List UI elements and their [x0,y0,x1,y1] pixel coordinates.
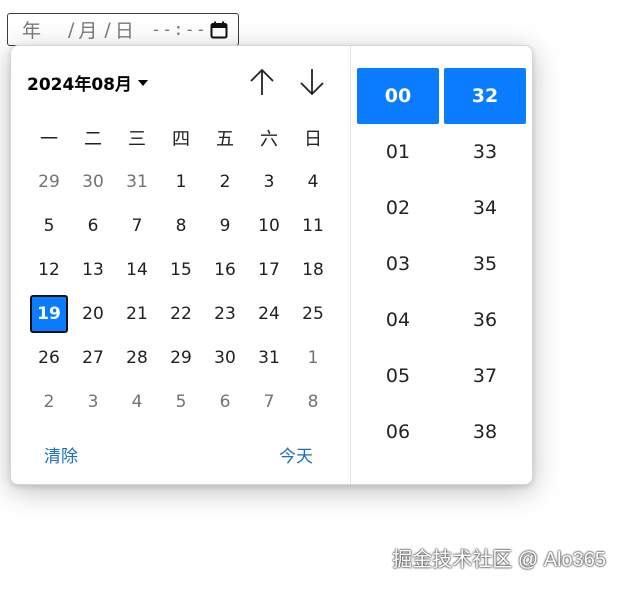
day-cell[interactable]: 11 [291,204,335,248]
day-cell[interactable]: 27 [71,336,115,380]
selected-day-label: 19 [30,295,68,333]
other-month-day[interactable]: 4 [115,380,159,424]
other-month-day[interactable]: 2 [27,380,71,424]
panel-divider [350,46,351,484]
day-cell[interactable]: 29 [159,336,203,380]
day-cell[interactable]: 10 [247,204,291,248]
hour-option[interactable]: 01 [357,124,439,180]
time-segment[interactable]: --:-- [151,20,207,40]
other-month-day[interactable]: 31 [115,160,159,204]
day-cell[interactable]: 8 [159,204,203,248]
other-month-day[interactable]: 7 [247,380,291,424]
selected-day[interactable]: 19 [27,292,71,336]
day-cell[interactable]: 16 [203,248,247,292]
calendar-icon[interactable] [208,19,230,41]
other-month-day[interactable]: 30 [71,160,115,204]
other-month-day[interactable]: 6 [203,380,247,424]
minute-option[interactable]: 33 [444,124,526,180]
day-cell[interactable]: 18 [291,248,335,292]
day-cell[interactable]: 3 [247,160,291,204]
day-segment[interactable]: 日 [115,16,137,43]
minute-option[interactable]: 37 [444,348,526,404]
hour-option[interactable]: 06 [357,404,439,460]
hour-option[interactable]: 02 [357,180,439,236]
weekday-header: 二 [84,129,102,150]
other-month-day[interactable]: 1 [291,336,335,380]
day-cell[interactable]: 28 [115,336,159,380]
month-year-label: 2024年08月 [27,75,132,95]
day-cell[interactable]: 31 [247,336,291,380]
other-month-day[interactable]: 29 [27,160,71,204]
weekday-header: 三 [128,129,146,150]
selected-minute[interactable]: 32 [444,68,526,124]
month-year-dropdown[interactable]: 2024年08月 [27,70,148,95]
selected-hour[interactable]: 00 [357,68,439,124]
day-cell[interactable]: 30 [203,336,247,380]
day-cell[interactable]: 25 [291,292,335,336]
arrow-down-icon [300,69,324,96]
day-cell[interactable]: 26 [27,336,71,380]
watermark: 掘金技术社区 @ Alo365 [392,549,606,571]
calendar-panel: 2024年08月 一二三四五六日 29 30 31 1 2 3 4 5 6 7 8 9 10 11 12 13 1… [11,46,350,484]
day-cell[interactable]: 13 [71,248,115,292]
arrow-up-icon [250,68,274,95]
day-cell[interactable]: 4 [291,160,335,204]
previous-month-button[interactable] [247,66,277,98]
day-cell[interactable]: 12 [27,248,71,292]
day-cell[interactable]: 22 [159,292,203,336]
day-cell[interactable]: 23 [203,292,247,336]
clear-button[interactable]: 清除 [44,442,78,467]
weekday-header: 五 [216,129,234,150]
day-cell[interactable]: 21 [115,292,159,336]
day-cell[interactable]: 5 [27,204,71,248]
hour-option[interactable]: 03 [357,236,439,292]
day-cell[interactable]: 17 [247,248,291,292]
minute-option[interactable]: 35 [444,236,526,292]
month-segment[interactable]: 月 [78,16,100,43]
hours-list[interactable]: 00 01 02 03 04 05 06 [357,68,439,460]
date-separator: / [104,18,111,41]
day-cell[interactable]: 15 [159,248,203,292]
day-cell[interactable]: 7 [115,204,159,248]
minutes-list[interactable]: 32 33 34 35 36 37 38 [444,68,526,460]
datetime-picker-popup: 2024年08月 一二三四五六日 29 30 31 1 2 3 4 5 6 7 8 9 10 11 12 13 1… [10,45,533,485]
today-button[interactable]: 今天 [279,442,313,467]
other-month-day[interactable]: 5 [159,380,203,424]
day-cell[interactable]: 14 [115,248,159,292]
other-month-day[interactable]: 3 [71,380,115,424]
minute-option[interactable]: 34 [444,180,526,236]
caret-down-icon [137,79,148,86]
next-month-button[interactable] [297,66,327,98]
datetime-input[interactable]: 年 / 月 / 日 --:-- [7,13,239,46]
year-segment[interactable]: 年 [22,16,64,43]
minute-option[interactable]: 38 [444,404,526,460]
day-cell[interactable]: 6 [71,204,115,248]
weekday-header: 日 [304,129,322,150]
date-separator: / [68,18,75,41]
day-cell[interactable]: 20 [71,292,115,336]
hour-option[interactable]: 05 [357,348,439,404]
weekday-header: 六 [260,129,278,150]
hour-option[interactable]: 04 [357,292,439,348]
other-month-day[interactable]: 8 [291,380,335,424]
calendar-grid: 一二三四五六日 29 30 31 1 2 3 4 5 6 7 8 9 10 11 12 13 14 15 16 17 18… [27,116,335,424]
weekday-header: 四 [172,129,190,150]
day-cell[interactable]: 1 [159,160,203,204]
day-cell[interactable]: 24 [247,292,291,336]
weekday-header: 一 [40,129,58,150]
day-cell[interactable]: 2 [203,160,247,204]
minute-option[interactable]: 36 [444,292,526,348]
day-cell[interactable]: 9 [203,204,247,248]
